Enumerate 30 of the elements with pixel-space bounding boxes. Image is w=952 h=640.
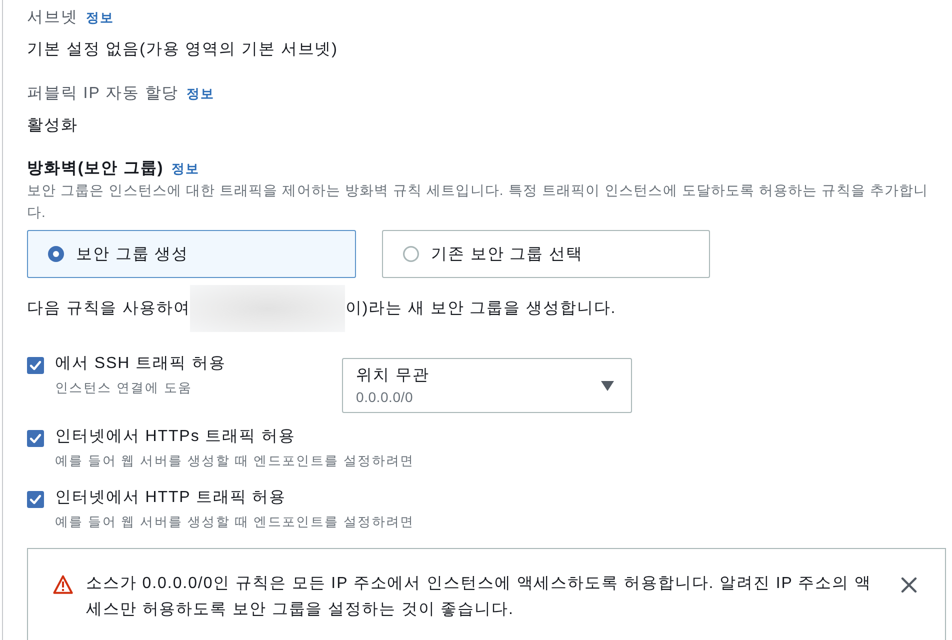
checkbox[interactable] (27, 491, 44, 508)
field-label: 서브넷 (27, 8, 78, 28)
field-value: 활성화 (27, 116, 79, 136)
rule-hint: 예를 들어 웹 서버를 생성할 때 엔드포인트를 설정하려면 (55, 513, 414, 531)
rule-label: 인터넷에서 HTTP 트래픽 허용 (55, 488, 288, 508)
radio-option[interactable]: 기존 보안 그룹 선택 (382, 230, 710, 278)
rule-label: 에서 SSH 트래픽 허용 (55, 354, 226, 374)
field-label: 퍼블릭 IP 자동 할당 (27, 84, 179, 104)
select-value: 위치 무관 (356, 366, 430, 386)
close-button[interactable] (901, 577, 917, 593)
caret-icon (601, 380, 614, 390)
info-link[interactable]: 정보 (172, 160, 200, 178)
radio-option[interactable]: 보안 그룹 생성 (27, 230, 356, 278)
note-text: 이)라는 새 보안 그룹을 생성합니다. (345, 298, 616, 318)
section-title: 방화벽(보안 그룹) (27, 159, 164, 179)
rule-hint: 예를 들어 웹 서버를 생성할 때 엔드포인트를 설정하려면 (55, 452, 414, 470)
section-description: 보안 그룹은 인스턴스에 대한 트래픽을 제어하는 방화벽 규칙 세트입니다. 특정 트래픽이 인스턴스에 도달하도록 허용하는 규칙을 추가합니다. (27, 181, 930, 222)
checkbox[interactable] (27, 430, 44, 447)
checkbox[interactable] (27, 357, 44, 374)
info-link[interactable]: 정보 (186, 85, 215, 103)
source-select[interactable]: 위치 무관 0.0.0.0/0 (342, 358, 632, 413)
rule-hint: 인스턴스 연결에 도움 (55, 379, 194, 397)
select-detail: 0.0.0.0/0 (356, 388, 414, 406)
alert-message: 소스가 0.0.0.0/0인 규칙은 모든 IP 주소에서 인스턴스에 액세스하도록 허용합니다. 알려진 IP 주소의 액세스만 허용하도록 보안 그룹을 설정하는 것이 좋습니다. (86, 574, 872, 620)
note-text: 다음 규칙을 사용하여 (27, 298, 190, 318)
warning-icon (53, 575, 73, 594)
info-link[interactable]: 정보 (86, 9, 114, 27)
rule-label: 인터넷에서 HTTPs 트래픽 허용 (55, 427, 296, 447)
field-value: 기본 설정 없음(가용 영역의 기본 서브넷) (27, 40, 339, 60)
close-icon (901, 577, 917, 593)
